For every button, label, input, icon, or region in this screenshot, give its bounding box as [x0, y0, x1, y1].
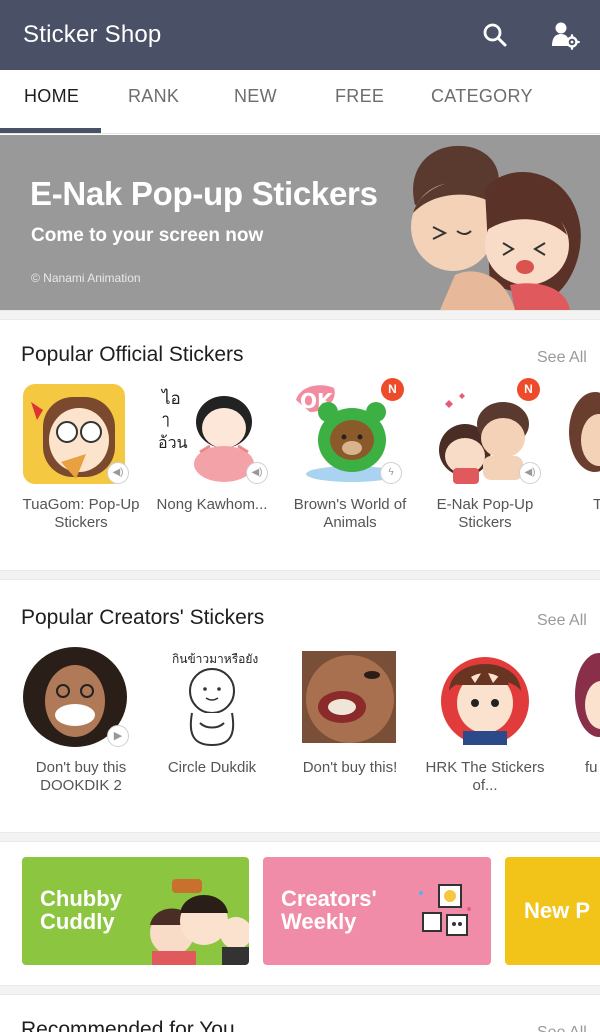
recommended-see-all-link[interactable]: See All [537, 1024, 587, 1032]
sticker-caption: E-Nak Pop-Up Stickers [436, 496, 534, 531]
sticker-caption: HRK The Stickers of... [425, 759, 545, 794]
creators-see-all-link[interactable]: See All [537, 612, 587, 630]
active-tab-indicator [0, 128, 101, 133]
section-divider [0, 570, 600, 580]
sticker-caption: fu C [585, 759, 600, 776]
sticker-item-partial[interactable]: T [565, 382, 600, 542]
search-button[interactable] [478, 18, 512, 52]
user-settings-button[interactable] [548, 18, 582, 52]
banner-title: E-Nak Pop-up Stickers [30, 175, 378, 212]
sticker-caption: T [593, 496, 600, 513]
svg-text:ไอ: ไอ [160, 388, 181, 409]
sticker-thumbnail-text: กินข้าวมาหรือยัง [172, 652, 258, 666]
tab-free[interactable]: FREE [335, 70, 384, 134]
sound-sticker-icon: ◀) [107, 462, 129, 484]
section-divider [0, 310, 600, 320]
promo-character-art [150, 879, 249, 965]
official-see-all-link[interactable]: See All [537, 349, 587, 367]
promo-label: New P [524, 898, 591, 923]
new-badge: N [517, 378, 540, 401]
promo-card-new[interactable]: New P [505, 857, 600, 965]
promo-card-chubby-cuddly[interactable]: Chubby Cuddly [22, 857, 249, 965]
creators-section-title: Popular Creators' Stickers [21, 606, 265, 629]
sound-sticker-icon: ◀) [519, 462, 541, 484]
app-bar: Sticker Shop [0, 0, 600, 70]
sticker-caption: Nong Kawhom... [156, 496, 268, 513]
promo-label: Creators' Weekly [281, 886, 377, 934]
page-title: Sticker Shop [23, 21, 162, 48]
sticker-thumbnail [565, 382, 600, 486]
svg-text:อ้วน: อ้วน [158, 433, 188, 452]
section-divider [0, 832, 600, 842]
sticker-caption: Don't buy this! [302, 759, 398, 776]
sticker-caption: Don't buy this DOOKDIK 2 [35, 759, 127, 794]
sticker-thumbnail [425, 645, 545, 749]
promo-label: Chubby Cuddly [40, 886, 122, 934]
sticker-thumbnail [565, 645, 600, 749]
sticker-item-partial[interactable]: fu C [565, 645, 600, 805]
sticker-caption: Circle Dukdik [167, 759, 257, 776]
banner-credit: © Nanami Animation [31, 271, 141, 285]
user-settings-icon [552, 22, 580, 50]
play-icon: ▶ [107, 725, 129, 747]
promo-card-creators-weekly[interactable]: Creators' Weekly [263, 857, 491, 965]
tab-bar: HOME RANK NEW FREE CATEGORY [0, 70, 600, 134]
banner-subtitle: Come to your screen now [31, 225, 264, 246]
banner-character-art [411, 145, 581, 310]
official-section-title: Popular Official Stickers [21, 343, 244, 366]
tab-new[interactable]: NEW [234, 70, 277, 134]
tab-home[interactable]: HOME [24, 70, 79, 134]
sticker-caption: Brown's World of Animals [293, 496, 407, 531]
sticker-thumbnail [290, 645, 410, 749]
promo-stickers-art [419, 884, 471, 936]
tab-category[interactable]: CATEGORY [431, 70, 533, 134]
svg-text:ๅ: ๅ [162, 410, 169, 428]
new-badge: N [381, 378, 404, 401]
promo-banner[interactable]: E-Nak Pop-up Stickers Come to your scree… [0, 135, 600, 310]
sound-sticker-icon: ϟ [380, 462, 402, 484]
sticker-caption: TuaGom: Pop-Up Stickers [22, 496, 140, 531]
recommended-section-title: Recommended for You [21, 1018, 235, 1032]
section-divider [0, 985, 600, 995]
tab-rank[interactable]: RANK [128, 70, 179, 134]
sticker-thumbnail: กินข้าวมาหรือยัง [152, 645, 272, 749]
search-icon [483, 23, 507, 47]
sound-sticker-icon: ◀) [246, 462, 268, 484]
